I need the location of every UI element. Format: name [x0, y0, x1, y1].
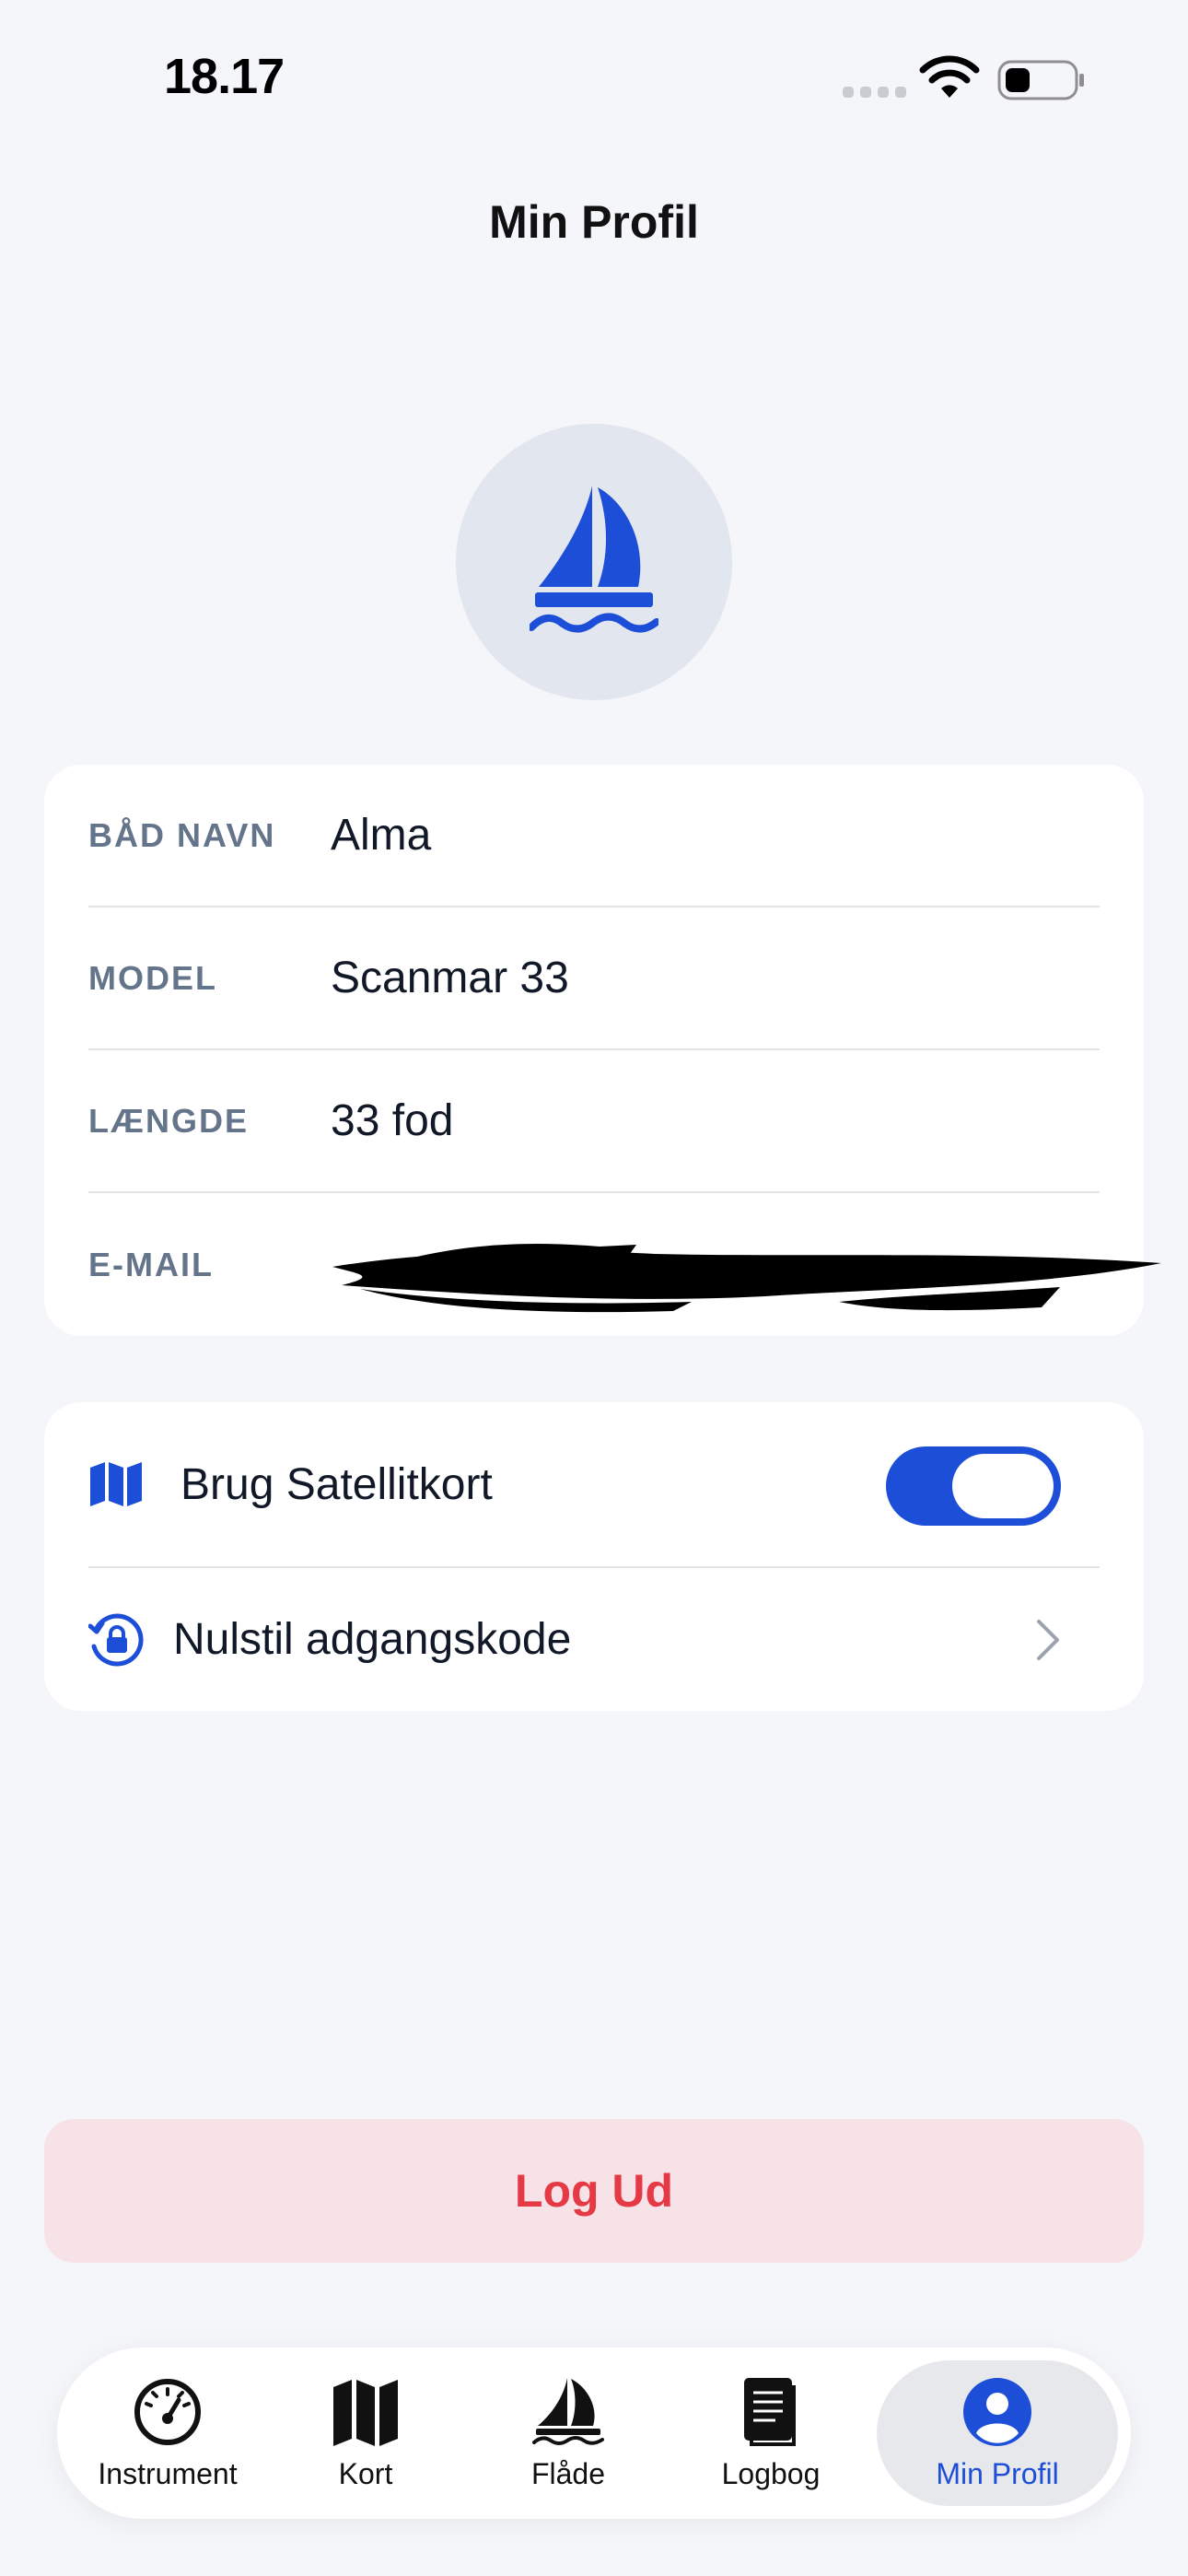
model-value: Scanmar 33 — [331, 954, 569, 1002]
boat-name-value: Alma — [331, 811, 432, 860]
chevron-right-icon — [1037, 1619, 1059, 1660]
satellite-map-label: Brug Satellitkort — [181, 1459, 493, 1509]
boat-info-card: BÅD NAVN Alma MODEL Scanmar 33 LÆNGDE 33… — [44, 765, 1161, 1336]
lock-rotation-icon — [88, 1613, 144, 1666]
tab-instrument[interactable]: Instrument — [76, 2360, 260, 2506]
reset-password-row[interactable]: Nulstil adgangskode — [88, 1568, 1100, 1711]
person-circle-icon — [963, 2377, 1031, 2446]
satellite-map-setting: Brug Satellitkort — [88, 1402, 1100, 1568]
logout-button[interactable]: Log Ud — [44, 2119, 1144, 2263]
profile-avatar — [456, 424, 732, 700]
status-bar: 18.17 — [0, 0, 1188, 157]
info-row-boat-name: BÅD NAVN Alma — [88, 765, 1100, 907]
map-icon — [333, 2379, 398, 2446]
battery-icon — [997, 60, 1084, 100]
info-row-model: MODEL Scanmar 33 — [88, 907, 1100, 1050]
length-value: 33 fod — [331, 1096, 454, 1145]
tab-min-profil[interactable]: Min Profil — [877, 2360, 1118, 2506]
wifi-icon — [919, 55, 980, 98]
reset-password-label: Nulstil adgangskode — [173, 1615, 572, 1664]
page-title: Min Profil — [489, 196, 699, 248]
tab-label: Min Profil — [936, 2456, 1059, 2490]
sailboat-icon — [532, 2377, 604, 2445]
boat-name-label: BÅD NAVN — [88, 815, 276, 854]
tab-bar: Instrument Kort Flåde Logbog Min Profil — [57, 2348, 1131, 2519]
tab-flaade[interactable]: Flåde — [490, 2360, 646, 2506]
map-icon — [90, 1462, 142, 1506]
model-label: MODEL — [88, 958, 217, 997]
tab-label: Instrument — [98, 2456, 238, 2490]
info-row-length: LÆNGDE 33 fod — [88, 1050, 1100, 1193]
satellite-map-toggle[interactable] — [886, 1446, 1061, 1526]
logbook-icon — [744, 2377, 796, 2446]
settings-card: Brug Satellitkort Nulstil adgangskode — [44, 1402, 1144, 1711]
email-label: E-MAIL — [88, 1245, 214, 1283]
tab-label: Logbog — [721, 2456, 821, 2490]
sailboat-icon — [530, 486, 658, 633]
tab-label: Flåde — [530, 2456, 606, 2490]
status-time: 18.17 — [164, 49, 285, 104]
length-label: LÆNGDE — [88, 1101, 249, 1140]
tab-kort[interactable]: Kort — [287, 2360, 444, 2506]
gauge-icon — [134, 2378, 201, 2445]
info-row-email: E-MAIL — [88, 1193, 1161, 1336]
tab-label: Kort — [338, 2456, 393, 2490]
cellular-signal-icon — [843, 87, 906, 98]
tab-logbog[interactable]: Logbog — [693, 2360, 849, 2506]
email-redaction — [332, 1243, 1161, 1313]
